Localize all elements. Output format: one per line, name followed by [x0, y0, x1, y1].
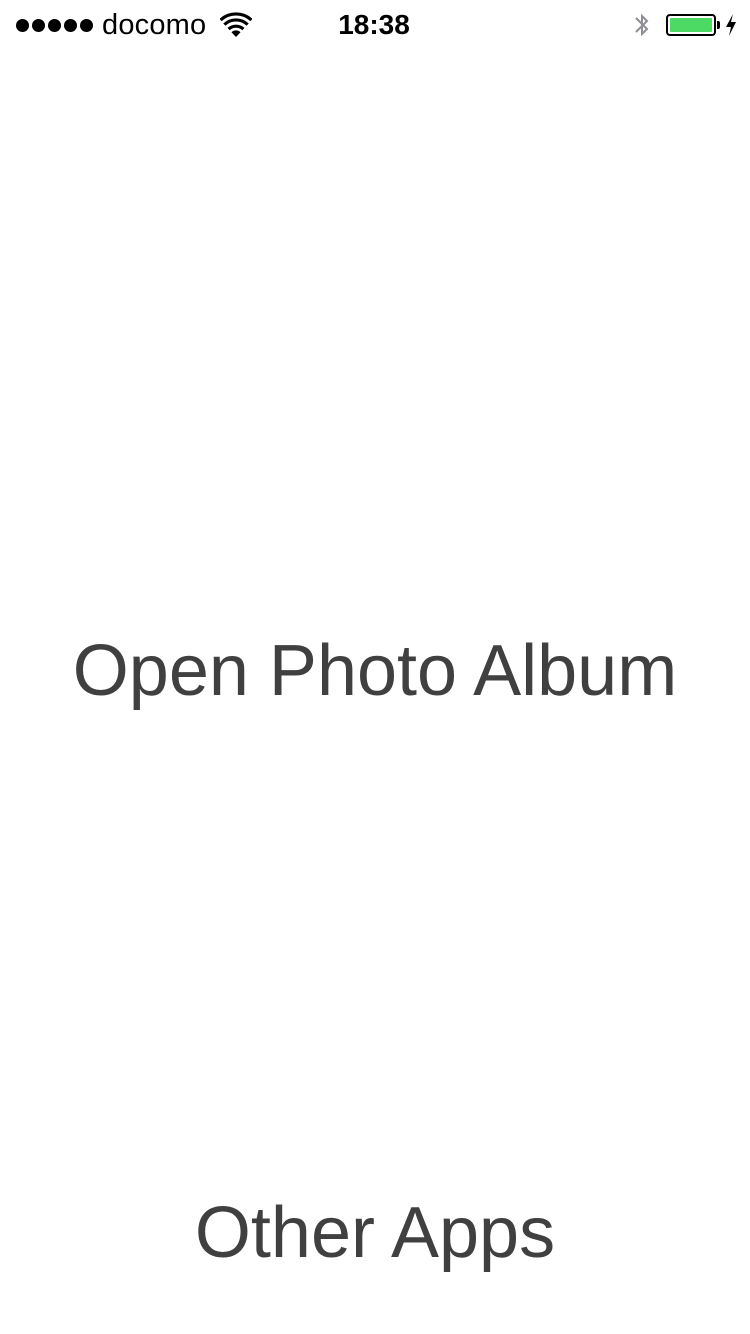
open-photo-album-button[interactable]: Open Photo Album — [0, 626, 750, 716]
status-left: docomo — [16, 0, 253, 50]
bluetooth-icon — [635, 13, 649, 37]
status-right — [632, 0, 738, 50]
signal-dot — [32, 18, 45, 32]
charging-bolt-icon — [726, 14, 736, 36]
battery-level-fill — [670, 18, 712, 32]
battery-icon — [666, 14, 716, 36]
app-screen: docomo 18:38 Open Photo Album Other Apps — [0, 0, 750, 1334]
other-apps-button[interactable]: Other Apps — [0, 1188, 750, 1278]
wifi-icon — [220, 12, 253, 37]
status-bar: docomo 18:38 — [0, 0, 750, 50]
signal-dot — [48, 18, 61, 32]
signal-strength-icon — [16, 18, 93, 32]
signal-dot — [16, 18, 29, 32]
status-time: 18:38 — [338, 9, 410, 40]
battery-cap — [717, 21, 720, 29]
signal-dot — [80, 18, 93, 32]
carrier-name: docomo — [102, 9, 207, 41]
signal-dot — [64, 18, 77, 32]
